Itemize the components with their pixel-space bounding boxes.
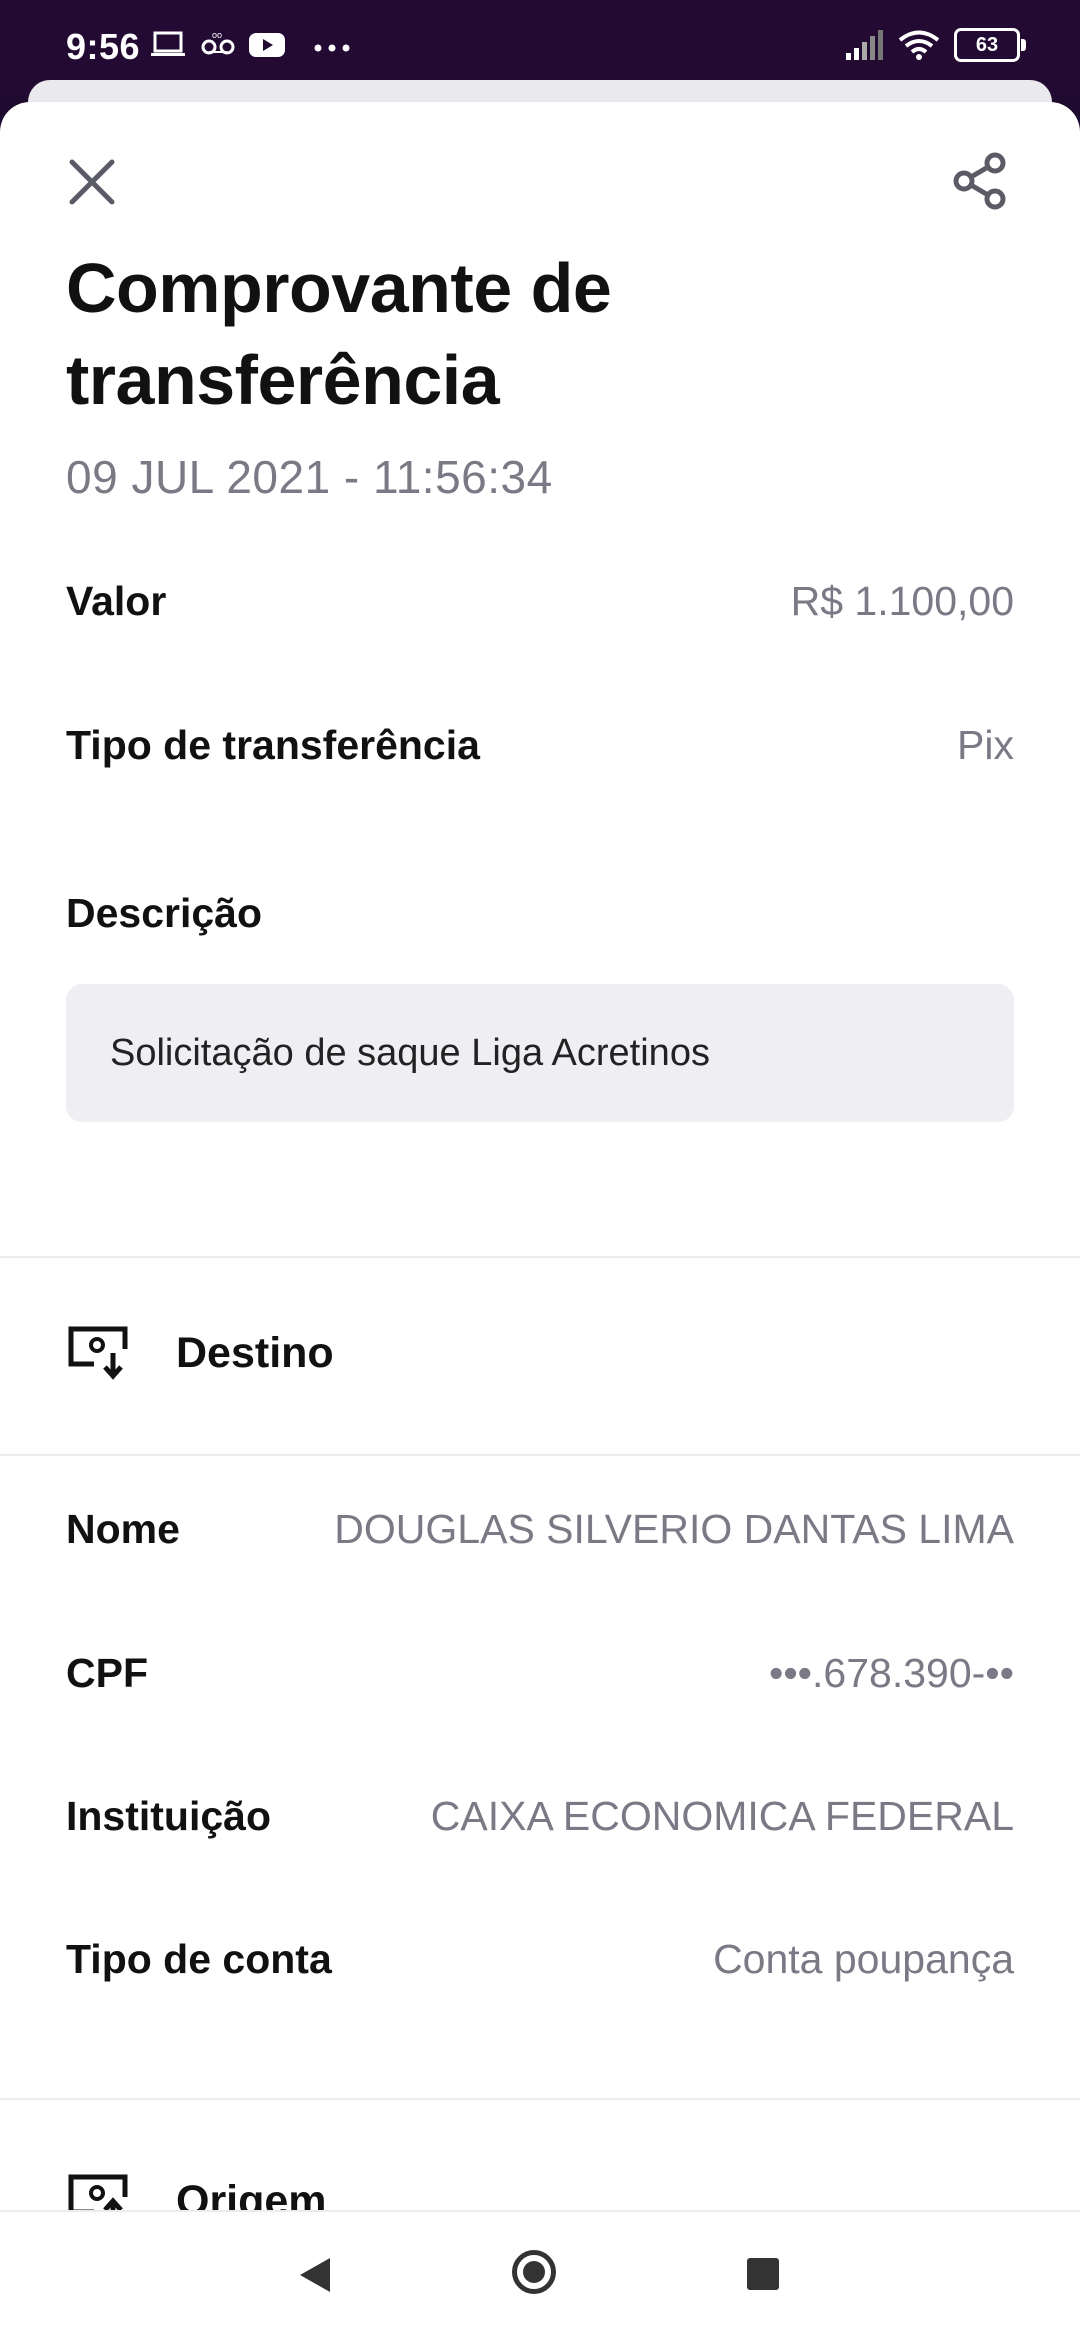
instituicao-label: Instituição [66, 1793, 272, 1839]
share-icon[interactable] [950, 150, 1012, 212]
tipo-transferencia-row: Tipo de transferência Pix [66, 722, 1014, 769]
close-icon[interactable] [64, 154, 120, 210]
valor-row: Valor R$ 1.100,00 [66, 578, 1014, 625]
divider [0, 1256, 1080, 1258]
valor-label: Valor [66, 578, 167, 624]
receipt-sheet: Comprovante de transferência 09 JUL 2021… [0, 102, 1080, 2210]
tipo-conta-label: Tipo de conta [66, 1936, 332, 1982]
descricao-label: Descrição [66, 890, 263, 936]
origem-label: Origem [176, 2176, 327, 2211]
transfer-datetime: 09 JUL 2021 - 11:56:34 [66, 451, 553, 503]
origem-icon [68, 2174, 128, 2210]
wifi-icon [898, 30, 940, 60]
destino-section-header: Destino [66, 1324, 334, 1382]
nav-back-icon[interactable] [296, 2256, 332, 2294]
nav-recents-icon[interactable] [747, 2258, 779, 2290]
tipo-conta-row: Tipo de conta Conta poupança [66, 1936, 1014, 1983]
cpf-value: •••.678.390-•• [768, 1650, 1014, 1696]
descricao-box: Solicitação de saque Liga Acretinos [66, 984, 1014, 1122]
destino-label: Destino [176, 1328, 334, 1377]
instituicao-row: Instituição CAIXA ECONOMICA FEDERAL [66, 1793, 1014, 1840]
svg-text:oo: oo [212, 30, 222, 40]
youtube-icon [249, 33, 285, 57]
system-nav-bar [0, 2210, 1080, 2342]
nav-home-icon[interactable] [512, 2250, 556, 2294]
laptop-icon [151, 31, 185, 56]
divider [0, 2098, 1080, 2100]
battery-indicator: 63 [954, 28, 1026, 62]
status-time: 9:56 [66, 26, 141, 67]
page-title: Comprovante de transferência [66, 249, 612, 419]
nome-row: Nome DOUGLAS SILVERIO DANTAS LIMA [66, 1506, 1014, 1553]
voicemail-icon: oo [201, 30, 235, 55]
instituicao-value: CAIXA ECONOMICA FEDERAL [430, 1793, 1014, 1839]
tipo-transferencia-label: Tipo de transferência [66, 722, 480, 768]
divider [0, 1454, 1080, 1456]
tipo-conta-value: Conta poupança [713, 1936, 1014, 1982]
destino-icon [68, 1326, 128, 1380]
cpf-row: CPF •••.678.390-•• [66, 1650, 1014, 1697]
signal-icon [846, 30, 883, 60]
more-dots-icon [314, 44, 350, 52]
origem-section-header: Origem [66, 2172, 327, 2210]
nome-label: Nome [66, 1506, 180, 1552]
cpf-label: CPF [66, 1650, 148, 1696]
tipo-transferencia-value: Pix [957, 722, 1014, 768]
nome-value: DOUGLAS SILVERIO DANTAS LIMA [334, 1506, 1014, 1552]
valor-value: R$ 1.100,00 [790, 578, 1014, 624]
